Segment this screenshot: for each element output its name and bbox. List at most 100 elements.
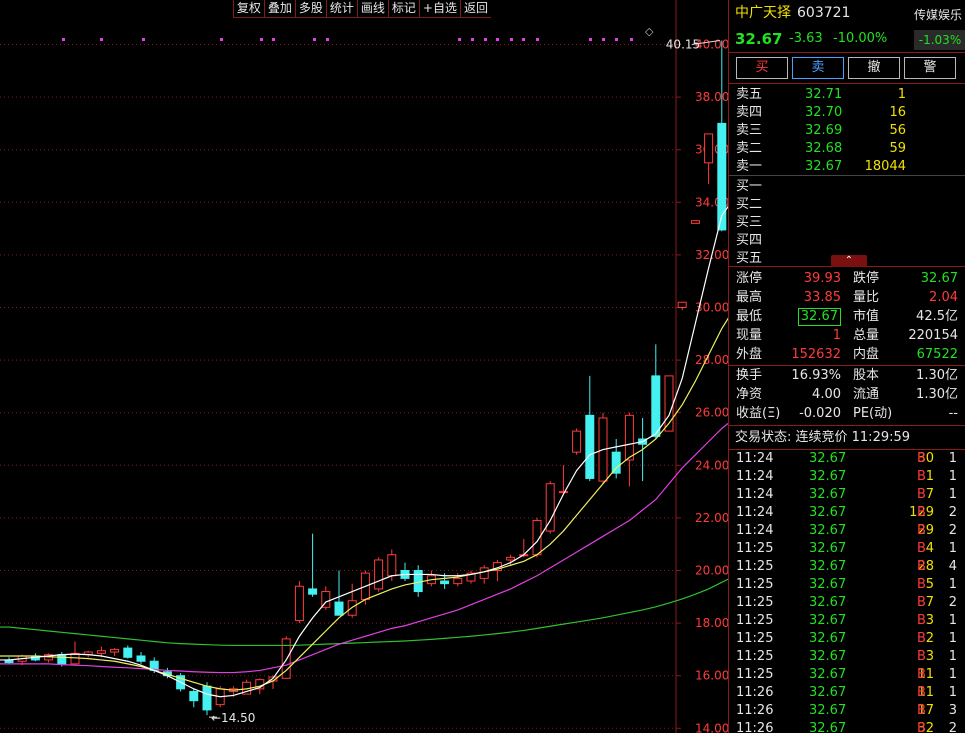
signal-marker — [272, 38, 275, 41]
toolbar-button-1[interactable]: 叠加 — [263, 0, 295, 18]
signal-marker — [615, 38, 618, 41]
toolbar-button-2[interactable]: 多股 — [294, 0, 326, 18]
level-volume: 56 — [889, 123, 906, 138]
stat-value: 33.85 — [803, 290, 841, 305]
stock-code: 603721 — [797, 5, 851, 21]
tick-row: 11:24 32.67 29 B 2 — [729, 522, 965, 540]
tick-volume: 4 — [925, 541, 934, 556]
tick-row: 11:25 32.67 4 B 1 — [729, 540, 965, 558]
sector-name[interactable]: 传媒娱乐 — [914, 6, 962, 24]
stat-label: 内盘 — [853, 347, 880, 362]
toolbar-button-4[interactable]: 画线 — [356, 0, 388, 18]
stat-value: -- — [948, 406, 958, 421]
stat-label: 总量 — [853, 328, 880, 343]
chevron-up-icon: ⌃ — [844, 255, 854, 266]
tick-price: 32.67 — [809, 469, 847, 484]
fundamentals-row: 换手 16.93% 股本 1.30亿 — [729, 367, 965, 385]
diamond-icon: ◇ — [645, 25, 654, 38]
tick-side: B — [917, 559, 926, 574]
stat-label: 外盘 — [736, 347, 763, 362]
buy-level-row[interactable]: 买四 — [729, 232, 965, 250]
tick-time: 11:24 — [736, 469, 774, 484]
y-tick-label: 18.00 — [695, 616, 728, 630]
signal-marker — [536, 38, 539, 41]
sell-button[interactable]: 卖 — [792, 57, 844, 79]
tick-time: 11:25 — [736, 559, 774, 574]
tick-time: 11:24 — [736, 487, 774, 502]
tick-side: B — [917, 631, 926, 646]
tick-count: 4 — [948, 559, 957, 574]
sell-level-row[interactable]: 卖一 32.67 18044 — [729, 158, 965, 176]
sell-level-row[interactable]: 卖三 32.69 56 — [729, 122, 965, 140]
cancel-order-button[interactable]: 撤 — [848, 57, 900, 79]
tick-volume: 3 — [925, 613, 934, 628]
stat-value: 1.30亿 — [916, 368, 958, 383]
tick-volume: 1 — [925, 469, 934, 484]
price-line: 32.67 -3.63 -10.00% -1.03% — [729, 30, 965, 50]
tick-time: 11:25 — [736, 595, 774, 610]
tick-time: 11:25 — [736, 613, 774, 628]
stat-value: 32.67 — [797, 308, 841, 326]
tick-volume: 2 — [925, 631, 934, 646]
stat-value: 1.30亿 — [916, 387, 958, 402]
buy-level-row[interactable]: 买二 — [729, 196, 965, 214]
toolbar-button-7[interactable]: 返回 — [459, 0, 491, 18]
tick-count: 2 — [948, 523, 957, 538]
toolbar-button-0[interactable]: 复权 — [232, 0, 264, 18]
toolbar-button-5[interactable]: 标记 — [387, 0, 419, 18]
divider — [729, 425, 965, 426]
sell-level-row[interactable]: 卖四 32.70 16 — [729, 104, 965, 122]
tick-row: 11:25 32.67 28 B 4 — [729, 558, 965, 576]
alert-button[interactable]: 警 — [904, 57, 956, 79]
fundamentals-row: 收益(Ξ) -0.020 PE(动) -- — [729, 405, 965, 423]
tick-price: 32.67 — [809, 685, 847, 700]
kline-chart[interactable]: 40.0038.0036.0034.0032.0030.0028.0026.00… — [0, 0, 728, 733]
candle-body — [651, 375, 661, 437]
level-label: 买四 — [736, 233, 763, 248]
y-tick-label: 22.00 — [695, 511, 728, 525]
signal-marker — [220, 38, 223, 41]
candle-body — [440, 580, 450, 585]
tick-count: 3 — [948, 703, 957, 718]
tick-time: 11:26 — [736, 721, 774, 733]
sell-level-row[interactable]: 卖五 32.71 1 — [729, 86, 965, 104]
stat-label: 收益(Ξ) — [736, 406, 781, 421]
candle-body — [70, 652, 80, 665]
tick-count: 1 — [948, 541, 957, 556]
tick-price: 32.67 — [809, 613, 847, 628]
buy-level-row[interactable]: 买一 — [729, 178, 965, 196]
toolbar-button-6[interactable]: +自选 — [418, 0, 460, 18]
y-tick-label: 28.00 — [695, 353, 728, 367]
tick-row: 11:25 32.67 7 B 2 — [729, 594, 965, 612]
tick-row: 11:24 32.67 1 B 1 — [729, 468, 965, 486]
y-tick-label: 38.00 — [695, 90, 728, 104]
candle-body — [202, 685, 212, 711]
divider — [729, 175, 965, 176]
buy-level-row[interactable]: 买三 — [729, 214, 965, 232]
signal-marker — [484, 38, 487, 41]
sell-level-row[interactable]: 卖二 32.68 59 — [729, 140, 965, 158]
tick-price: 32.67 — [809, 631, 847, 646]
quote-panel: 中广天择 603721 传媒娱乐 32.67 -3.63 -10.00% -1.… — [728, 0, 965, 733]
candle-body — [611, 451, 621, 474]
collapse-button[interactable]: ⌃ — [831, 255, 867, 267]
signal-marker — [100, 38, 103, 41]
tick-volume: 3 — [925, 649, 934, 664]
y-tick-label: 20.00 — [695, 564, 728, 578]
price-change-pct: -10.00% — [833, 31, 888, 46]
price-change: -3.63 — [789, 31, 823, 46]
buy-button[interactable]: 买 — [736, 57, 788, 79]
tick-price: 32.67 — [809, 541, 847, 556]
tick-side: B — [917, 667, 926, 682]
tick-side: B — [917, 487, 926, 502]
toolbar-button-3[interactable]: 统计 — [325, 0, 357, 18]
signal-marker — [589, 38, 592, 41]
candle-body — [572, 430, 582, 453]
tick-row: 11:25 32.67 2 B 1 — [729, 630, 965, 648]
ma5-line — [0, 205, 728, 698]
level-label: 买一 — [736, 179, 763, 194]
stat-value: 39.93 — [803, 271, 841, 286]
kline-chart-svg[interactable]: 40.0038.0036.0034.0032.0030.0028.0026.00… — [0, 0, 728, 733]
signal-marker — [496, 38, 499, 41]
level-label: 卖一 — [736, 159, 763, 174]
